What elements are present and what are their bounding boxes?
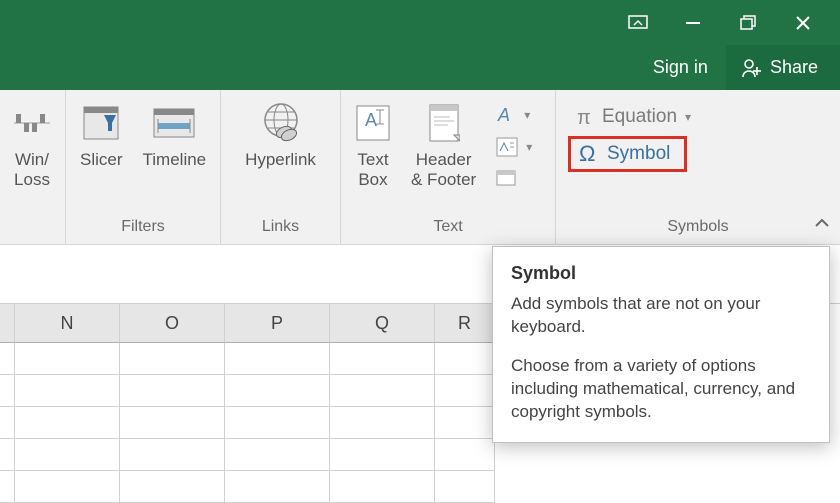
winloss-label: Win/ Loss [14, 150, 50, 189]
column-header[interactable]: N [15, 304, 120, 343]
column-header[interactable]: P [225, 304, 330, 343]
tooltip-body: Add symbols that are not on your keyboar… [511, 293, 811, 339]
svg-text:A: A [497, 105, 510, 125]
winloss-button[interactable]: Win/ Loss [4, 98, 60, 189]
dropdown-caret-icon: ▾ [526, 140, 532, 154]
svg-text:A: A [365, 110, 377, 130]
close-button[interactable] [775, 0, 830, 45]
title-bar [0, 0, 840, 45]
ribbon-display-options-button[interactable] [610, 0, 665, 45]
column-header[interactable]: Q [330, 304, 435, 343]
equation-label: Equation [602, 106, 677, 128]
minimize-button[interactable] [665, 0, 720, 45]
tooltip-body: Choose from a variety of options includi… [511, 355, 811, 424]
textbox-icon: A [355, 102, 391, 144]
tooltip-symbol: Symbol Add symbols that are not on your … [492, 246, 830, 443]
wordart-icon: A [496, 105, 516, 125]
column-header[interactable]: R [435, 304, 495, 343]
group-text: A Text Box Header & Footer A ▾ ▾ [341, 90, 556, 244]
hyperlink-button[interactable]: Hyperlink [225, 98, 336, 170]
slicer-button[interactable]: Slicer [70, 98, 133, 170]
svg-text:π: π [577, 107, 591, 127]
column-header[interactable]: O [120, 304, 225, 343]
group-symbols: π Equation ▾ Ω Symbol Symbols [556, 90, 840, 244]
group-label-text: Text [345, 212, 551, 240]
group-label-links: Links [225, 212, 336, 240]
group-links: Hyperlink Links [221, 90, 341, 244]
group-sparklines: Win/ Loss [0, 90, 66, 244]
header-footer-button[interactable]: Header & Footer [401, 98, 486, 189]
header-footer-label: Header & Footer [411, 150, 476, 189]
group-label-symbols: Symbols [560, 212, 836, 240]
text-small-buttons: A ▾ ▾ [486, 98, 542, 196]
hyperlink-icon [260, 102, 302, 144]
symbol-button[interactable]: Ω Symbol [568, 136, 687, 172]
dropdown-caret-icon: ▾ [524, 108, 530, 122]
share-label: Share [770, 57, 818, 78]
restore-button[interactable] [720, 0, 775, 45]
textbox-label: Text Box [357, 150, 388, 189]
textbox-button[interactable]: A Text Box [345, 98, 401, 189]
object-icon [496, 170, 516, 188]
dropdown-caret-icon: ▾ [685, 110, 691, 124]
pi-icon: π [576, 107, 596, 127]
group-label-filters: Filters [70, 212, 216, 240]
timeline-button[interactable]: Timeline [133, 98, 217, 170]
sign-in-button[interactable]: Sign in [635, 45, 726, 90]
slicer-label: Slicer [80, 150, 123, 170]
wordart-button[interactable]: A ▾ [490, 100, 538, 130]
tooltip-title: Symbol [511, 261, 811, 285]
header-footer-icon [428, 102, 460, 144]
symbol-label: Symbol [607, 143, 670, 165]
group-label-sparklines [4, 212, 61, 240]
share-button[interactable]: Share [726, 45, 840, 90]
equation-button[interactable]: π Equation ▾ [568, 102, 697, 132]
signature-icon [496, 137, 518, 157]
omega-icon: Ω [579, 143, 601, 165]
svg-text:Ω: Ω [579, 143, 595, 165]
timeline-label: Timeline [143, 150, 207, 170]
slicer-icon [82, 102, 120, 144]
timeline-icon [152, 102, 196, 144]
collapse-ribbon-button[interactable] [814, 216, 830, 234]
group-filters: Slicer Timeline Filters [66, 90, 221, 244]
ribbon: Win/ Loss Slicer Timeline Filters [0, 90, 840, 245]
hyperlink-label: Hyperlink [245, 150, 316, 170]
account-bar: Sign in Share [0, 45, 840, 90]
select-all-corner[interactable] [0, 304, 15, 343]
winloss-icon [14, 102, 50, 144]
signature-line-button[interactable]: ▾ [490, 132, 538, 162]
object-button[interactable] [490, 164, 538, 194]
